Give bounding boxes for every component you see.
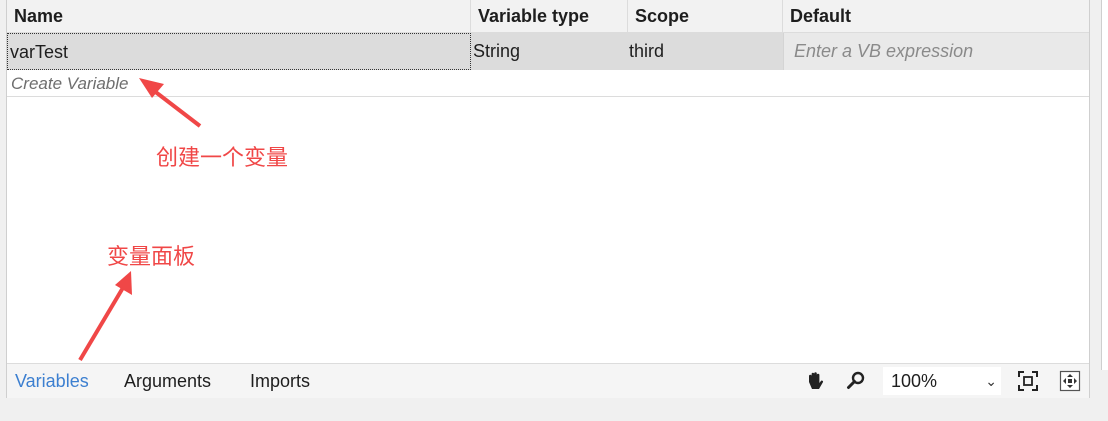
chevron-down-icon: ⌄ <box>985 373 997 389</box>
variable-name-cell[interactable]: varTest <box>7 33 471 70</box>
column-header-variable-type[interactable]: Variable type <box>471 0 628 32</box>
fit-to-screen-icon[interactable] <box>1017 370 1039 397</box>
tab-imports[interactable]: Imports <box>250 364 310 398</box>
overview-icon[interactable] <box>1059 370 1081 397</box>
variables-panel: Name Variable type Scope Default varTest… <box>6 0 1090 398</box>
column-header-name[interactable]: Name <box>7 0 471 32</box>
designer-bottom-bar: Variables Arguments Imports 100% ⌄ <box>7 363 1089 398</box>
variable-type-cell[interactable]: String <box>471 33 628 70</box>
zoom-value: 100% <box>891 371 938 391</box>
create-variable-row[interactable]: Create Variable <box>7 71 1089 97</box>
hand-pan-icon[interactable] <box>804 370 826 397</box>
tab-variables[interactable]: Variables <box>15 364 89 398</box>
zoom-select[interactable]: 100% ⌄ <box>883 367 1001 395</box>
table-row[interactable]: varTest String third Enter a VB expressi… <box>7 33 1089 70</box>
default-value-input[interactable]: Enter a VB expression <box>783 33 1089 70</box>
grid-header: Name Variable type Scope Default <box>7 0 1089 33</box>
magnifier-icon[interactable] <box>845 370 867 397</box>
variable-scope-cell[interactable]: third <box>628 33 783 70</box>
tab-arguments[interactable]: Arguments <box>124 364 211 398</box>
adjacent-panel-edge <box>1101 0 1108 370</box>
column-header-default[interactable]: Default <box>783 0 1089 32</box>
annotation-create-variable: 创建一个变量 <box>156 146 289 171</box>
column-header-scope[interactable]: Scope <box>628 0 783 32</box>
annotation-variables-panel: 变量面板 <box>107 245 196 270</box>
